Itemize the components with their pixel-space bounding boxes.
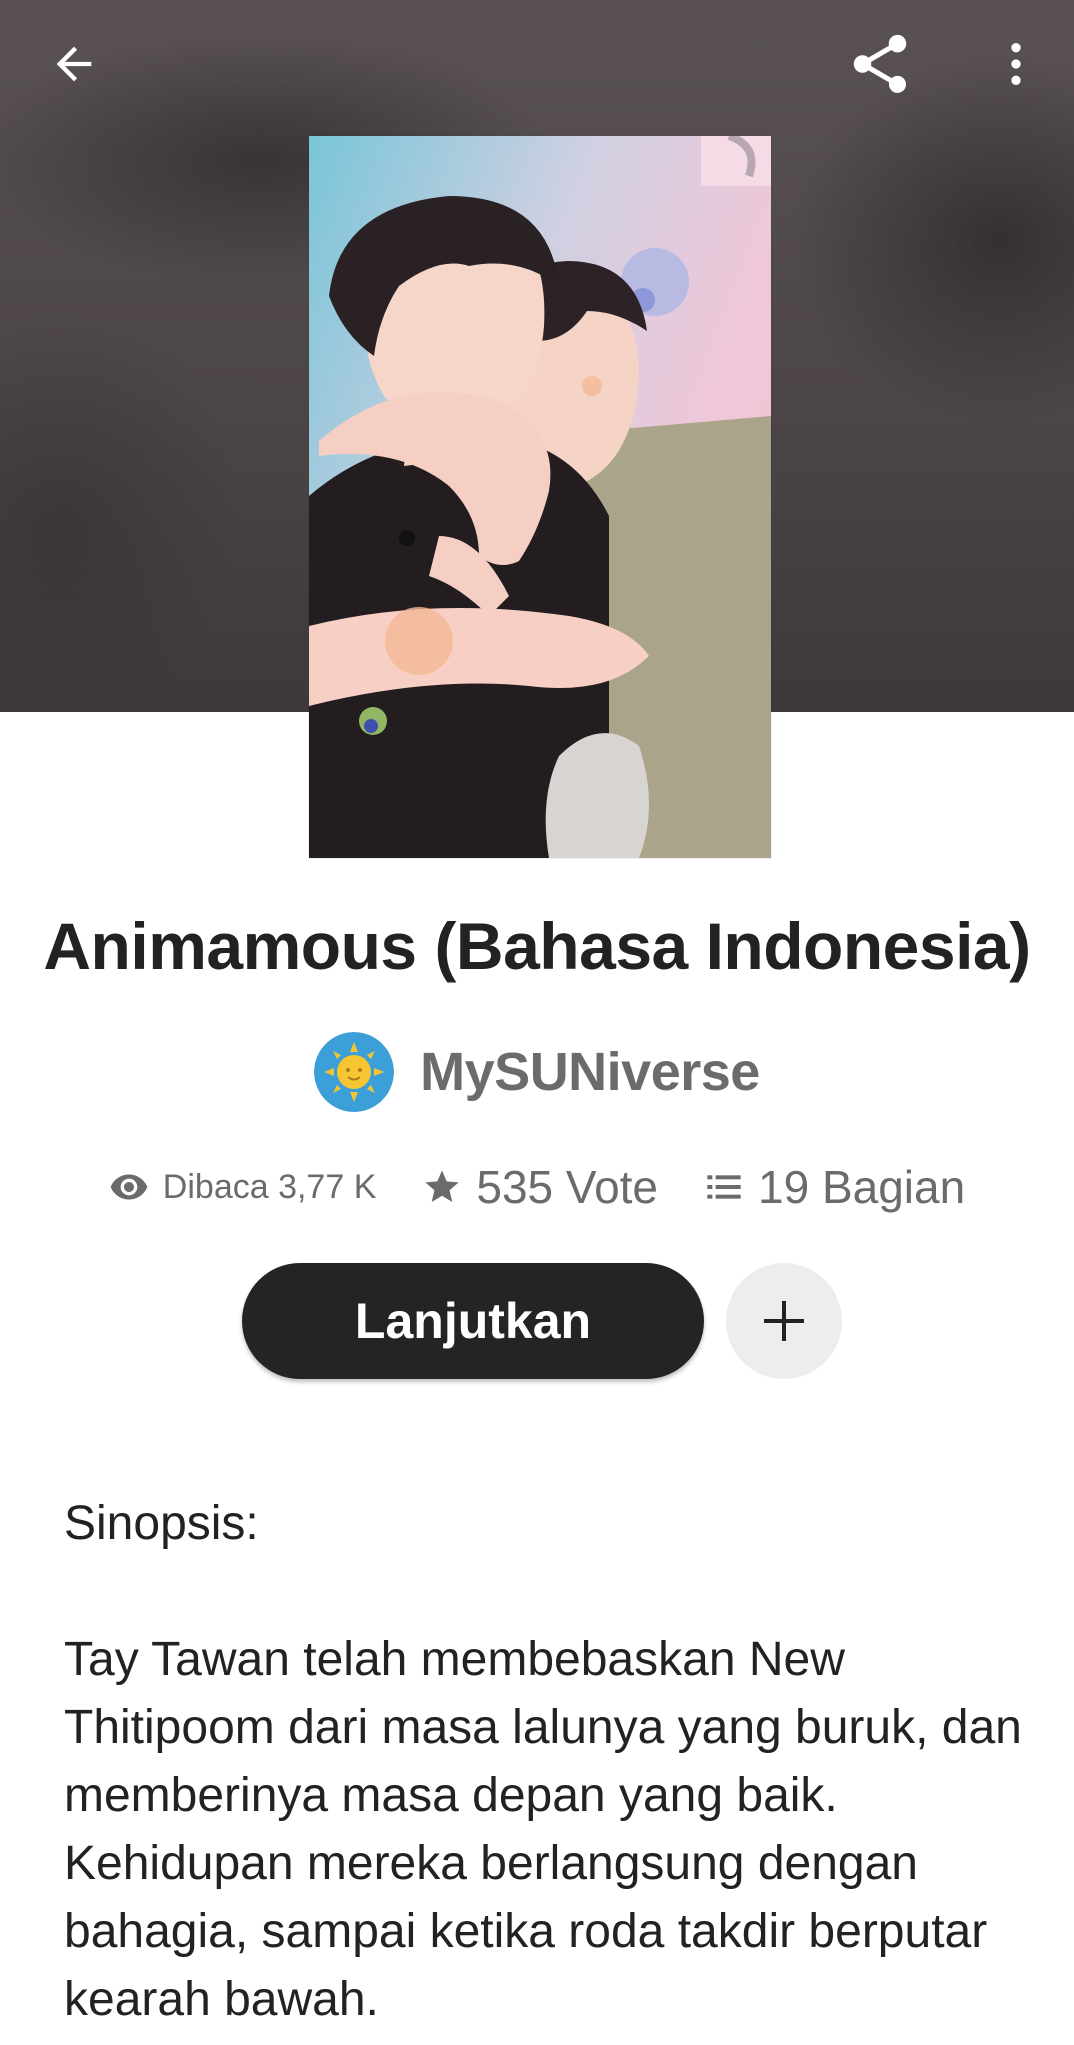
story-cover-image[interactable]: [309, 136, 771, 858]
share-button[interactable]: [840, 24, 920, 104]
sun-icon: [314, 1032, 395, 1112]
star-icon: [425, 1170, 460, 1202]
continue-reading-button[interactable]: Lanjutkan: [242, 1263, 704, 1379]
author-name[interactable]: MySUNiverse: [420, 1041, 760, 1103]
parts-stat: 19 Bagian: [704, 1160, 965, 1214]
votes-count: 535 Vote: [476, 1161, 659, 1213]
synopsis-section: Sinopsis: Tay Tawan telah membebaskan Ne…: [64, 1490, 1024, 2034]
synopsis-body: Tay Tawan telah membebaskan New Thitipoo…: [64, 1633, 1022, 2026]
plus-icon: [764, 1301, 804, 1341]
author-link[interactable]: MySUNiverse: [0, 1032, 1074, 1112]
parts-count: 19 Bagian: [758, 1161, 966, 1213]
arrow-left-icon: [56, 46, 92, 82]
story-stats: Dibaca 3,77 K 535 Vote 19 Bagian: [0, 1160, 1074, 1214]
list-icon: [707, 1175, 741, 1199]
story-title: Animamous (Bahasa Indonesia): [43, 909, 1031, 983]
more-options-button[interactable]: [976, 24, 1056, 104]
votes-stat: 535 Vote: [422, 1160, 658, 1214]
reads-stat: Dibaca 3,77 K: [109, 1167, 377, 1207]
author-avatar[interactable]: [314, 1032, 395, 1112]
more-vertical-icon: [1011, 43, 1021, 85]
back-button[interactable]: [34, 24, 114, 104]
reads-count: Dibaca 3,77 K: [162, 1167, 377, 1206]
synopsis-heading: Sinopsis:: [64, 1497, 259, 1550]
add-to-library-button[interactable]: [726, 1263, 842, 1379]
eye-icon: [110, 1174, 148, 1200]
share-icon: [853, 34, 907, 93]
action-buttons: Lanjutkan: [0, 1263, 1074, 1379]
